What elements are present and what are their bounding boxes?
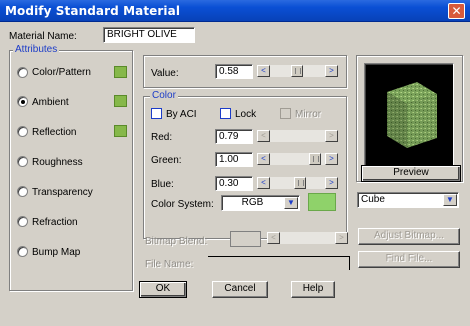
color-system-dropdown-icon[interactable]: ▼	[284, 197, 298, 209]
title-bar: Modify Standard Material ✕	[0, 0, 470, 22]
preview-button[interactable]: Preview	[361, 165, 461, 182]
color-system-value: RGB	[241, 197, 264, 208]
blue-label: Blue:	[151, 179, 174, 190]
green-left-arrow-icon[interactable]: <	[257, 153, 270, 165]
help-button[interactable]: Help	[291, 281, 335, 298]
bump-map-label: Bump Map	[32, 247, 81, 258]
find-file-button[interactable]: Find File...	[358, 251, 460, 268]
adjust-bitmap-button[interactable]: Adjust Bitmap...	[358, 228, 460, 245]
cube-preview-icon	[387, 82, 437, 148]
red-left-arrow-icon[interactable]: <	[257, 130, 270, 142]
lock-checkbox[interactable]	[220, 108, 231, 119]
preview-shape-select[interactable]: Cube ▼	[357, 192, 459, 208]
mirror-checkbox[interactable]	[280, 108, 291, 119]
reflection-radio[interactable]	[17, 126, 28, 137]
blue-slider-thumb[interactable]	[294, 177, 306, 189]
refraction-radio[interactable]	[17, 216, 28, 227]
color-system-label: Color System:	[151, 199, 214, 210]
green-slider-thumb[interactable]	[309, 153, 321, 165]
ambient-radio[interactable]	[17, 96, 28, 107]
color-system-select[interactable]: RGB ▼	[221, 195, 300, 211]
material-name-field[interactable]: BRIGHT OLIVE	[103, 27, 195, 43]
value-label: Value:	[151, 68, 179, 79]
color-pattern-label: Color/Pattern	[32, 67, 91, 78]
close-icon[interactable]: ✕	[448, 3, 465, 19]
attributes-group-label: Attributes	[13, 44, 60, 55]
transparency-radio[interactable]	[17, 186, 28, 197]
green-label: Green:	[151, 155, 182, 166]
red-field[interactable]: 0.79	[215, 129, 253, 144]
transparency-label: Transparency	[32, 187, 93, 198]
bitmap-blend-right-arrow-icon[interactable]: >	[335, 232, 348, 244]
color-group-label: Color	[150, 90, 178, 101]
ok-button[interactable]: OK	[139, 281, 187, 298]
blue-left-arrow-icon[interactable]: <	[257, 177, 270, 189]
bitmap-blend-slider-track[interactable]	[280, 232, 335, 244]
by-aci-label: By ACI	[166, 109, 197, 120]
red-label: Red:	[151, 132, 173, 143]
bump-map-radio[interactable]	[17, 246, 28, 257]
lock-label: Lock	[235, 109, 257, 120]
window-title: Modify Standard Material	[5, 4, 181, 18]
color-swatch	[308, 193, 336, 211]
preview-image	[364, 63, 454, 172]
green-right-arrow-icon[interactable]: >	[325, 153, 338, 165]
bitmap-blend-label: Bitmap Blend:	[145, 236, 208, 247]
roughness-label: Roughness	[32, 157, 83, 168]
ambient-label: Ambient	[32, 97, 69, 108]
red-right-arrow-icon[interactable]: >	[325, 130, 338, 142]
color-pattern-swatch	[114, 66, 127, 78]
green-field[interactable]: 1.00	[215, 152, 253, 167]
roughness-radio[interactable]	[17, 156, 28, 167]
value-field[interactable]: 0.58	[215, 64, 253, 79]
bitmap-blend-field[interactable]	[230, 231, 261, 247]
value-slider-thumb[interactable]	[291, 65, 303, 77]
ambient-swatch	[114, 95, 127, 107]
red-slider-track[interactable]	[270, 130, 325, 142]
dialog-body: Material Name: BRIGHT OLIVE Attributes C…	[3, 22, 467, 323]
reflection-swatch	[114, 125, 127, 137]
blue-field[interactable]: 0.30	[215, 176, 253, 191]
value-right-arrow-icon[interactable]: >	[325, 65, 338, 77]
reflection-label: Reflection	[32, 127, 77, 138]
file-name-label: File Name:	[145, 259, 194, 270]
cancel-button[interactable]: Cancel	[212, 281, 268, 298]
value-left-arrow-icon[interactable]: <	[257, 65, 270, 77]
material-name-label: Material Name:	[9, 31, 77, 42]
mirror-label: Mirror	[295, 109, 322, 120]
by-aci-checkbox[interactable]	[151, 108, 162, 119]
file-name-field[interactable]	[208, 256, 350, 270]
bitmap-blend-left-arrow-icon[interactable]: <	[267, 232, 280, 244]
preview-shape-dropdown-icon[interactable]: ▼	[443, 194, 457, 206]
refraction-label: Refraction	[32, 217, 78, 228]
preview-shape-value: Cube	[361, 194, 385, 205]
blue-right-arrow-icon[interactable]: >	[325, 177, 338, 189]
color-pattern-radio[interactable]	[17, 67, 28, 78]
